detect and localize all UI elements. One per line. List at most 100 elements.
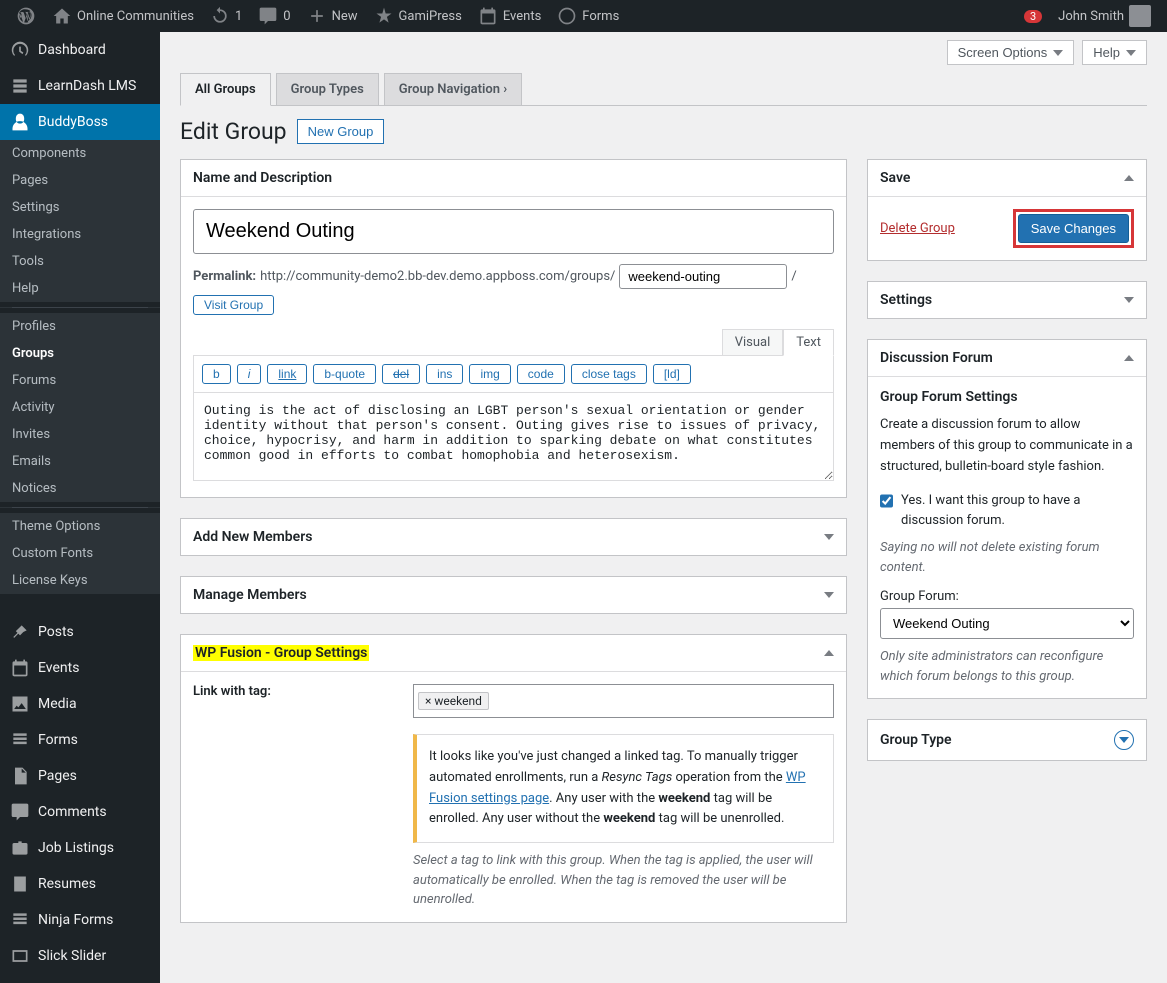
- sidebar-item-groups[interactable]: Groups: [0, 340, 160, 367]
- notif-badge: 3: [1024, 10, 1042, 23]
- group-name-input[interactable]: [193, 209, 834, 254]
- sidebar-item-events[interactable]: Events: [0, 650, 160, 686]
- qt-ld[interactable]: [ld]: [653, 364, 691, 384]
- group-forum-select[interactable]: Weekend Outing: [880, 608, 1134, 639]
- updates-link[interactable]: 1: [202, 0, 250, 32]
- sidebar-item-components[interactable]: Components: [0, 140, 160, 167]
- sidebar-item-help[interactable]: Help: [0, 275, 160, 302]
- text-tab[interactable]: Text: [783, 329, 834, 356]
- sidebar-item-theme-options[interactable]: Theme Options: [0, 513, 160, 540]
- toggle-icon[interactable]: [824, 650, 834, 656]
- comments-count: 0: [283, 9, 290, 24]
- forms-link[interactable]: Forms: [549, 0, 627, 32]
- sidebar-item-invites[interactable]: Invites: [0, 421, 160, 448]
- site-home-link[interactable]: Online Communities: [44, 0, 202, 32]
- calendar-icon: [478, 6, 498, 26]
- toggle-icon[interactable]: [1124, 175, 1134, 181]
- delete-group-link[interactable]: Delete Group: [880, 221, 955, 236]
- nav-tabs: All Groups Group Types Group Navigation …: [180, 73, 1147, 106]
- admin-top-bar: Online Communities 1 0 New GamiPress Eve…: [0, 0, 1167, 32]
- box-title: Name and Description: [193, 170, 332, 186]
- pin-icon: [10, 622, 30, 642]
- screen-options-button[interactable]: Screen Options: [947, 40, 1075, 65]
- qt-link[interactable]: link: [267, 364, 307, 384]
- toggle-circle-icon[interactable]: [1114, 730, 1134, 750]
- toggle-icon[interactable]: [824, 592, 834, 598]
- sidebar-item-activity[interactable]: Activity: [0, 394, 160, 421]
- qt-bold[interactable]: b: [202, 364, 231, 384]
- sidebar-item-profiles[interactable]: Profiles: [0, 313, 160, 340]
- gamipress-icon: [374, 6, 394, 26]
- visit-group-button[interactable]: Visit Group: [193, 295, 274, 315]
- save-box: Save Delete Group Save Changes: [867, 159, 1147, 261]
- sidebar-item-emails[interactable]: Emails: [0, 448, 160, 475]
- new-group-button[interactable]: New Group: [297, 119, 385, 144]
- sidebar-item-forums[interactable]: Forums: [0, 367, 160, 394]
- sidebar-item-tools[interactable]: Tools: [0, 248, 160, 275]
- sidebar-item-posts[interactable]: Posts: [0, 614, 160, 650]
- sidebar-item-pages[interactable]: Pages: [0, 167, 160, 194]
- slug-input[interactable]: [619, 264, 787, 289]
- tag-helper-text: Select a tag to link with this group. Wh…: [413, 851, 834, 910]
- sidebar-item-resumes[interactable]: Resumes: [0, 866, 160, 902]
- calendar-icon: [10, 658, 30, 678]
- qt-code[interactable]: code: [517, 364, 565, 384]
- new-link[interactable]: New: [299, 0, 366, 32]
- sidebar-item-comments[interactable]: Comments: [0, 794, 160, 830]
- save-changes-button[interactable]: Save Changes: [1018, 214, 1129, 243]
- resume-icon: [10, 874, 30, 894]
- sidebar-item-license-keys[interactable]: License Keys: [0, 567, 160, 594]
- tag-chip[interactable]: × weekend: [418, 692, 489, 710]
- sidebar-item-integrations[interactable]: Integrations: [0, 221, 160, 248]
- qt-ins[interactable]: ins: [426, 364, 463, 384]
- events-link[interactable]: Events: [470, 0, 549, 32]
- forms-label: Forms: [582, 9, 619, 24]
- qt-bquote[interactable]: b-quote: [313, 364, 376, 384]
- sidebar-item-pages-main[interactable]: Pages: [0, 758, 160, 794]
- qt-img[interactable]: img: [469, 364, 510, 384]
- page-title: Edit Group: [180, 118, 287, 145]
- help-button[interactable]: Help: [1082, 40, 1147, 65]
- qt-del[interactable]: del: [382, 364, 420, 384]
- qt-italic[interactable]: i: [237, 364, 262, 384]
- user-menu[interactable]: John Smith: [1050, 0, 1159, 32]
- forum-checkbox-row[interactable]: Yes. I want this group to have a discuss…: [880, 491, 1134, 530]
- gamipress-link[interactable]: GamiPress: [366, 0, 470, 32]
- notifications-link[interactable]: 3: [1016, 0, 1050, 32]
- qt-close[interactable]: close tags: [571, 364, 647, 384]
- forum-admin-note: Only site administrators can reconfigure…: [880, 647, 1134, 686]
- sidebar-item-learndash[interactable]: LearnDash LMS: [0, 68, 160, 104]
- link-tag-label: Link with tag:: [193, 684, 393, 910]
- sidebar-item-dashboard[interactable]: Dashboard: [0, 32, 160, 68]
- sidebar-item-forms[interactable]: Forms: [0, 722, 160, 758]
- chevron-right-icon: ›: [503, 82, 507, 97]
- comments-link[interactable]: 0: [250, 0, 298, 32]
- toggle-icon[interactable]: [1124, 355, 1134, 361]
- manage-members-box: Manage Members: [180, 576, 847, 614]
- sidebar-item-ninja-forms[interactable]: Ninja Forms: [0, 902, 160, 938]
- tab-group-types[interactable]: Group Types: [276, 73, 379, 105]
- wordpress-logo[interactable]: [8, 0, 44, 32]
- chevron-down-icon: [1126, 50, 1136, 56]
- tag-input[interactable]: × weekend: [413, 684, 834, 718]
- comment-icon: [10, 802, 30, 822]
- toggle-icon[interactable]: [1124, 297, 1134, 303]
- sidebar-item-job-listings[interactable]: Job Listings: [0, 830, 160, 866]
- visual-tab[interactable]: Visual: [722, 329, 784, 355]
- sidebar-item-slick-slider[interactable]: Slick Slider: [0, 938, 160, 974]
- updates-count: 1: [235, 9, 242, 24]
- sidebar-item-media[interactable]: Media: [0, 686, 160, 722]
- forms-icon: [10, 730, 30, 750]
- sidebar-item-custom-fonts[interactable]: Custom Fonts: [0, 540, 160, 567]
- tab-group-navigation[interactable]: Group Navigation ›: [384, 73, 522, 105]
- learndash-icon: [10, 76, 30, 96]
- sidebar-item-buddyboss[interactable]: BuddyBoss: [0, 104, 160, 140]
- sidebar-item-settings[interactable]: Settings: [0, 194, 160, 221]
- forum-checkbox[interactable]: [880, 493, 893, 509]
- comment-icon: [258, 6, 278, 26]
- sidebar-item-notices[interactable]: Notices: [0, 475, 160, 502]
- new-label: New: [332, 9, 358, 24]
- tab-all-groups[interactable]: All Groups: [180, 73, 271, 106]
- toggle-icon[interactable]: [824, 534, 834, 540]
- description-textarea[interactable]: [193, 393, 834, 481]
